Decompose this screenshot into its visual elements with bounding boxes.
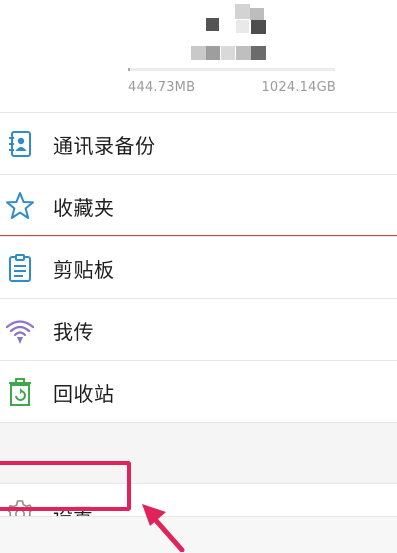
- profile-header: 444.73MB 1024.14GB: [0, 0, 397, 112]
- menu-item-label: 收藏夹: [53, 196, 115, 220]
- menu-item-favorites[interactable]: 收藏夹: [0, 174, 397, 236]
- menu-item-recycle-bin[interactable]: 回收站: [0, 360, 397, 422]
- menu-item-wo-chuan[interactable]: 我传: [0, 298, 397, 360]
- menu-item-label: 通讯录备份: [53, 134, 156, 158]
- recycle-bin-icon: [9, 378, 31, 406]
- contacts-backup-icon: [9, 131, 31, 157]
- star-icon: [6, 192, 34, 219]
- storage-used: 444.73MB: [128, 80, 196, 95]
- menu-item-label: 剪贴板: [53, 258, 115, 282]
- clipboard-icon: [9, 254, 31, 282]
- menu-item-label: 我传: [53, 320, 94, 344]
- storage-bar: [128, 68, 335, 71]
- menu-item-clipboard[interactable]: 剪贴板: [0, 236, 397, 298]
- menu-item-contacts-backup[interactable]: 通讯录备份: [0, 112, 397, 174]
- settings-highlight-box: [0, 461, 131, 511]
- pointer-arrow-icon: [142, 504, 185, 552]
- storage-bar-fill: [128, 68, 131, 71]
- storage-total: 1024.14GB: [261, 80, 336, 95]
- menu-item-label: 回收站: [53, 382, 115, 406]
- wireless-transfer-icon: [5, 320, 35, 344]
